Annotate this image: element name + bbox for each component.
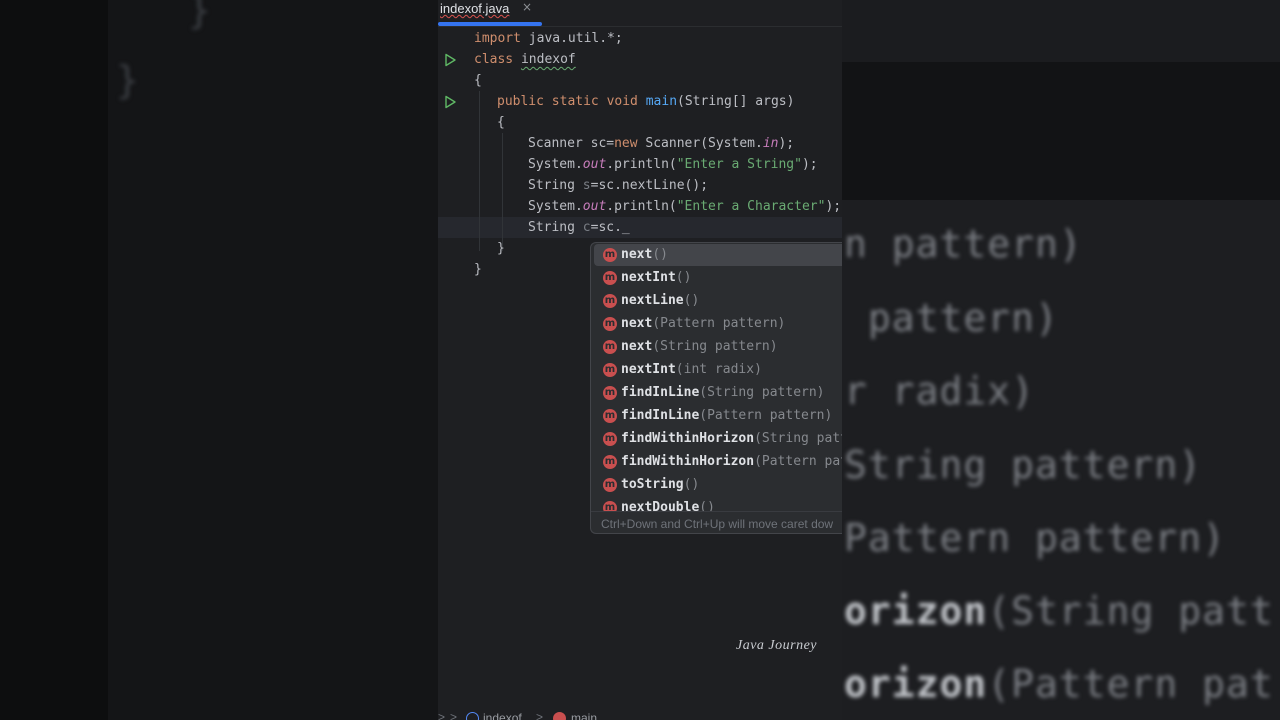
code-line: { <box>474 73 482 88</box>
completion-item[interactable]: m next(String pattern) <box>594 336 842 358</box>
background-zoom-line: r radix) <box>844 369 1036 413</box>
code-line: } <box>474 262 482 277</box>
method-icon: m <box>603 478 617 492</box>
background-right: n pattern) pattern) r radix) String patt… <box>842 0 1280 720</box>
code-line: class indexof <box>474 52 576 67</box>
completion-hint: Ctrl+Down and Ctrl+Up will move caret do… <box>591 511 842 533</box>
completion-item[interactable]: m nextDouble() <box>594 497 842 511</box>
method-icon: m <box>603 409 617 423</box>
method-icon <box>553 712 566 720</box>
background-brace: } <box>188 0 211 32</box>
breadcrumb-separator: > <box>450 710 458 720</box>
run-main-icon[interactable] <box>443 94 457 109</box>
run-class-icon[interactable] <box>443 52 457 67</box>
code-completion-popup: m next() m nextInt() m nextLine() m next(Pat… <box>590 242 842 534</box>
method-icon: m <box>603 248 617 262</box>
background-zoom-line: orizon(String patt <box>844 589 1274 633</box>
code-line: System.out.println("Enter a Character"); <box>528 199 842 214</box>
completion-item[interactable]: m nextInt(int radix) <box>594 359 842 381</box>
method-icon: m <box>603 501 617 511</box>
class-icon <box>466 712 479 720</box>
indent-guide <box>502 133 503 251</box>
code-line: System.out.println("Enter a String"); <box>528 157 818 172</box>
completion-item[interactable]: m findInLine(String pattern) <box>594 382 842 404</box>
code-line: Scanner sc=new Scanner(System.in); <box>528 136 795 151</box>
completion-item[interactable]: m next(Pattern pattern) <box>594 313 842 335</box>
completion-item[interactable]: m findWithinHorizon(String patt <box>594 428 842 450</box>
background-zoom-line: n pattern) <box>844 222 1083 266</box>
completion-list[interactable]: m next() m nextInt() m nextLine() m next(Pat… <box>591 243 842 511</box>
completion-item[interactable]: m toString() <box>594 474 842 496</box>
background-left-panel <box>108 0 438 720</box>
code-line: String s=sc.nextLine(); <box>528 178 709 193</box>
background-band <box>842 0 1280 62</box>
background-zoom-line: String pattern) <box>844 443 1203 487</box>
code-line: } <box>497 241 505 256</box>
breadcrumb-separator: > <box>536 710 544 720</box>
method-icon: m <box>603 363 617 377</box>
method-icon: m <box>603 455 617 469</box>
tab-indexof-java[interactable]: indexof.java × <box>438 0 542 27</box>
completion-item[interactable]: m nextLine() <box>594 290 842 312</box>
breadcrumb-separator: > <box>438 710 446 720</box>
breadcrumb-method[interactable]: main <box>571 711 597 720</box>
completion-item[interactable]: m findWithinHorizon(Pattern pat <box>594 451 842 473</box>
breadcrumb: > > indexof > main <box>438 708 842 720</box>
code-line: { <box>497 115 505 130</box>
tab-label[interactable]: indexof.java <box>440 1 509 16</box>
method-icon: m <box>603 294 617 308</box>
indent-guide <box>479 91 480 251</box>
caret-line-highlight <box>438 217 842 238</box>
watermark: Java Journey <box>736 638 818 653</box>
code-line: import java.util.*; <box>474 31 623 46</box>
code-line: public static void main(String[] args) <box>497 94 795 109</box>
editor-tab-bar: indexof.java × <box>438 0 842 27</box>
method-icon: m <box>603 317 617 331</box>
background-brace: } <box>116 58 139 102</box>
background-zoom-line: orizon(Pattern pat <box>844 662 1274 706</box>
breadcrumb-class[interactable]: indexof <box>483 711 522 720</box>
completion-item[interactable]: m next() <box>594 244 842 266</box>
method-icon: m <box>603 432 617 446</box>
method-icon: m <box>603 340 617 354</box>
close-icon[interactable]: × <box>522 0 532 14</box>
method-icon: m <box>603 271 617 285</box>
active-tab-indicator <box>438 22 542 26</box>
completion-item[interactable]: m nextInt() <box>594 267 842 289</box>
background-left: } } <box>0 0 438 720</box>
background-zoom-line: Pattern pattern) <box>844 516 1227 560</box>
background-zoom-line: pattern) <box>844 296 1059 340</box>
method-icon: m <box>603 386 617 400</box>
completion-item[interactable]: m findInLine(Pattern pattern) <box>594 405 842 427</box>
code-line-current: String c=sc._ <box>528 220 630 235</box>
